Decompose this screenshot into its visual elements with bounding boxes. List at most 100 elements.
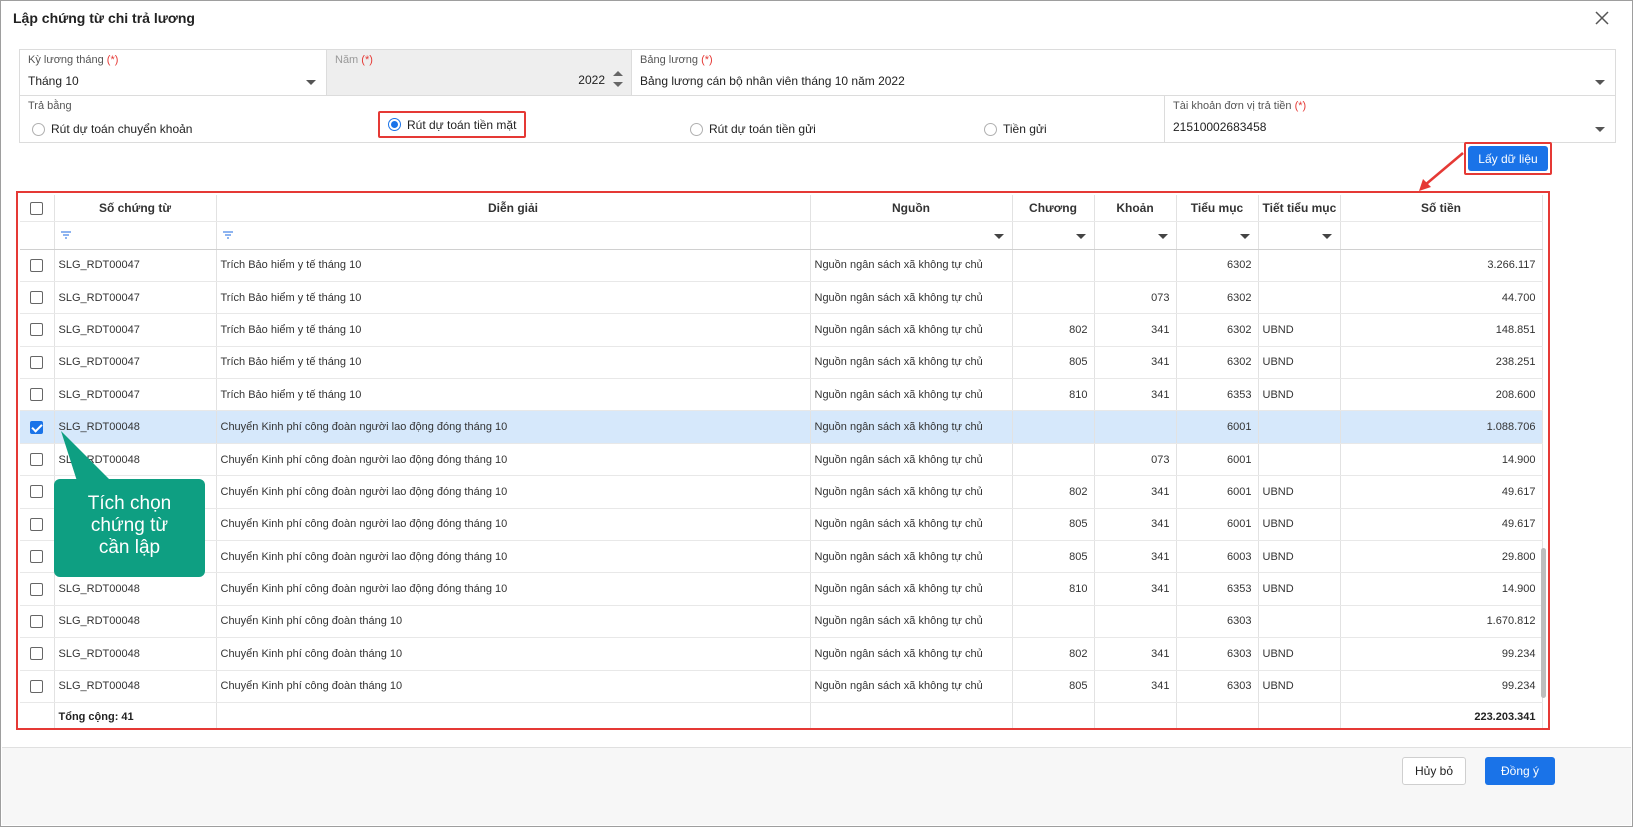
chevron-down-icon[interactable] — [1321, 233, 1332, 239]
radio-icon[interactable] — [690, 122, 703, 136]
row-checkbox-cell[interactable] — [20, 443, 55, 477]
table-row[interactable]: SLG_RDT00048Chuyển Kinh phí công đoàn ng… — [20, 508, 1543, 542]
row-checkbox[interactable] — [30, 291, 44, 305]
filter-source[interactable] — [810, 221, 1013, 250]
filter-chapter[interactable] — [1012, 221, 1095, 250]
radio-icon[interactable] — [388, 118, 401, 131]
col-source[interactable]: Nguồn — [810, 195, 1013, 222]
chevron-down-icon[interactable] — [1157, 233, 1168, 239]
row-checkbox[interactable] — [30, 388, 44, 402]
year-field[interactable]: Năm (*) 2022 — [327, 50, 632, 95]
radio-deposit[interactable]: Tiền gửi — [984, 120, 1047, 138]
row-checkbox-cell[interactable] — [20, 637, 55, 671]
table-row[interactable]: SLG_RDT00047 Trích Bảo hiểm y tế tháng 10… — [20, 281, 1543, 315]
close-icon[interactable] — [1592, 8, 1612, 28]
row-checkbox-cell[interactable] — [20, 572, 55, 606]
table-row[interactable]: SLG_RDT00047 Trích Bảo hiểm y tế tháng 10… — [20, 313, 1543, 347]
col-chapter[interactable]: Chương — [1012, 195, 1095, 222]
row-checkbox[interactable] — [30, 323, 44, 337]
row-checkbox-cell[interactable] — [20, 670, 55, 703]
sub-item-cell: UBND — [1258, 540, 1341, 574]
radio-cash[interactable]: Rút dự toán tiền mặt — [378, 111, 527, 138]
row-checkbox[interactable] — [30, 485, 44, 499]
payroll-field[interactable]: Bảng lương (*) Bảng lương cán bộ nhân vi… — [632, 50, 1615, 95]
row-checkbox-cell[interactable] — [20, 508, 55, 542]
radio-icon[interactable] — [32, 122, 45, 136]
chevron-down-icon[interactable] — [1595, 127, 1605, 132]
item-cell: 6353 — [1176, 572, 1259, 606]
chevron-down-icon[interactable] — [306, 80, 316, 85]
table-row[interactable]: SLG_RDT00047 Trích Bảo hiểm y tế tháng 10… — [20, 378, 1543, 412]
filter-icon[interactable] — [60, 231, 71, 239]
row-checkbox[interactable] — [30, 582, 44, 596]
table-row[interactable]: SLG_RDT00047 Trích Bảo hiểm y tế tháng 10… — [20, 249, 1543, 282]
row-checkbox-cell[interactable] — [20, 475, 55, 509]
period-field[interactable]: Kỳ lương tháng (*) Tháng 10 — [20, 50, 327, 95]
sub-item-cell — [1258, 410, 1341, 444]
section-cell: 341 — [1094, 346, 1177, 380]
get-data-button[interactable]: Lấy dữ liệu — [1468, 146, 1548, 171]
total-amount: 223.203.341 — [1340, 701, 1543, 728]
table-row[interactable]: SLG_RDT00048Chuyển Kinh phí công đoàn ng… — [20, 540, 1543, 574]
table-row[interactable]: SLG_RDT00047 Trích Bảo hiểm y tế tháng 10… — [20, 346, 1543, 380]
amount-cell: 99.234 — [1340, 637, 1543, 671]
amount-cell: 1.670.812 — [1340, 605, 1543, 639]
row-checkbox[interactable] — [30, 679, 44, 693]
chevron-down-icon[interactable] — [1075, 233, 1086, 239]
radio-deposit-estimate[interactable]: Rút dự toán tiền gửi — [690, 120, 816, 138]
row-checkbox[interactable] — [30, 614, 44, 628]
row-checkbox-cell[interactable] — [20, 249, 55, 282]
row-checkbox-cell[interactable] — [20, 281, 55, 315]
callout-line: Tích chọn — [87, 493, 172, 514]
row-checkbox-cell[interactable] — [20, 378, 55, 412]
chevron-down-icon[interactable] — [993, 233, 1004, 239]
row-checkbox-cell[interactable] — [20, 410, 55, 444]
row-checkbox[interactable] — [30, 517, 44, 531]
col-doc-number[interactable]: Số chứng từ — [54, 195, 217, 222]
row-checkbox[interactable] — [30, 420, 44, 434]
row-checkbox-cell[interactable] — [20, 605, 55, 639]
row-checkbox[interactable] — [30, 258, 44, 272]
row-checkbox[interactable] — [30, 550, 44, 564]
filter-sub-item[interactable] — [1258, 221, 1341, 250]
table-row[interactable]: SLG_RDT00048Chuyển Kinh phí công đoàn ng… — [20, 443, 1543, 477]
row-checkbox[interactable] — [30, 453, 44, 467]
table-row[interactable]: SLG_RDT00048 Chuyển Kinh phí công đoàn th… — [20, 637, 1543, 671]
vertical-scrollbar[interactable] — [1541, 548, 1546, 698]
ok-button[interactable]: Đồng ý — [1485, 757, 1555, 785]
radio-icon[interactable] — [984, 122, 997, 136]
filter-description[interactable] — [216, 221, 811, 250]
filter-doc-number[interactable] — [54, 221, 217, 250]
table-row[interactable]: SLG_RDT00048 Chuyển Kinh phí công đoàn th… — [20, 605, 1543, 639]
col-sub-item[interactable]: Tiết tiểu mục — [1258, 195, 1341, 222]
row-checkbox-cell[interactable] — [20, 346, 55, 380]
table-row[interactable]: SLG_RDT00048 Chuyển Kinh phí công đoàn th… — [20, 670, 1543, 703]
row-checkbox[interactable] — [30, 647, 44, 661]
chevron-down-icon[interactable] — [1239, 233, 1250, 239]
table-row[interactable]: SLG_RDT00048Chuyển Kinh phí công đoàn ng… — [20, 410, 1543, 444]
radio-transfer[interactable]: Rút dự toán chuyển khoản — [32, 120, 192, 138]
row-checkbox[interactable] — [30, 355, 44, 369]
sub-item-cell — [1258, 249, 1341, 282]
col-amount[interactable]: Số tiền — [1340, 195, 1543, 222]
item-cell: 6302 — [1176, 346, 1259, 380]
spinner-icon[interactable] — [613, 71, 623, 87]
table-row[interactable]: SLG_RDT00048Chuyển Kinh phí công đoàn ng… — [20, 475, 1543, 509]
row-checkbox-cell[interactable] — [20, 540, 55, 574]
filter-icon[interactable] — [222, 231, 233, 239]
source-cell: Nguồn ngân sách xã không tự chủ — [810, 508, 1013, 542]
filter-item[interactable] — [1176, 221, 1259, 250]
col-item[interactable]: Tiểu mục — [1176, 195, 1259, 222]
chevron-down-icon[interactable] — [1595, 80, 1605, 85]
cancel-button[interactable]: Hủy bỏ — [1402, 757, 1466, 785]
row-checkbox-cell[interactable] — [20, 313, 55, 347]
col-description[interactable]: Diễn giải — [216, 195, 811, 222]
dialog-footer — [2, 748, 1631, 825]
item-cell: 6001 — [1176, 475, 1259, 509]
account-field[interactable]: Tài khoản đơn vị trả tiền (*) 2151000268… — [1165, 96, 1615, 142]
col-section[interactable]: Khoản — [1094, 195, 1177, 222]
table-row[interactable]: SLG_RDT00048Chuyển Kinh phí công đoàn ng… — [20, 572, 1543, 606]
select-all-checkbox[interactable] — [30, 201, 44, 215]
select-all-cell[interactable] — [20, 195, 55, 222]
filter-section[interactable] — [1094, 221, 1177, 250]
